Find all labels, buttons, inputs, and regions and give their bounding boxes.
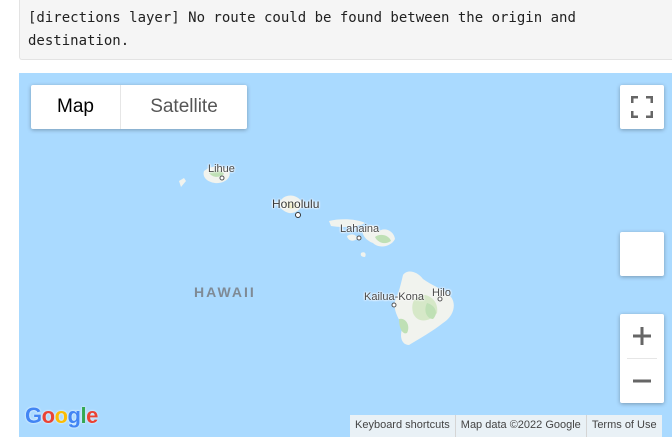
minus-icon bbox=[633, 379, 651, 383]
label-hilo: Hilo bbox=[432, 287, 451, 299]
map-type-control: Map Satellite bbox=[31, 85, 247, 129]
console-error-message: [directions layer] No route could be fou… bbox=[19, 0, 672, 60]
island-kahoolawe bbox=[360, 252, 366, 257]
google-logo[interactable]: Google bbox=[25, 403, 98, 429]
fullscreen-icon bbox=[631, 96, 653, 118]
island-niihau bbox=[179, 178, 186, 187]
label-lahaina: Lahaina bbox=[340, 223, 380, 235]
terms-of-use-link[interactable]: Terms of Use bbox=[585, 415, 662, 437]
zoom-out-button[interactable] bbox=[620, 359, 664, 403]
map-attribution-bar: Keyboard shortcuts Map data ©2022 Google… bbox=[350, 415, 662, 437]
label-honolulu: Honolulu bbox=[272, 197, 320, 211]
street-view-pegman-button[interactable] bbox=[620, 232, 664, 276]
island-lanai bbox=[347, 234, 357, 241]
label-kailua-kona: Kailua-Kona bbox=[364, 291, 424, 303]
label-lihue: Lihue bbox=[208, 163, 235, 175]
zoom-in-button[interactable] bbox=[620, 314, 664, 358]
map-type-map-button[interactable]: Map bbox=[31, 85, 121, 129]
keyboard-shortcuts-link[interactable]: Keyboard shortcuts bbox=[350, 415, 455, 437]
zoom-control bbox=[620, 314, 664, 403]
map-data-credit: Map data ©2022 Google bbox=[454, 415, 586, 437]
fullscreen-button[interactable] bbox=[620, 85, 664, 129]
map-type-satellite-button[interactable]: Satellite bbox=[121, 85, 247, 129]
map-canvas[interactable]: Lihue Honolulu Lahaina HAWAII Kailua-Kon… bbox=[19, 73, 672, 437]
plus-icon bbox=[633, 327, 651, 345]
label-state-hawaii: HAWAII bbox=[194, 284, 256, 300]
